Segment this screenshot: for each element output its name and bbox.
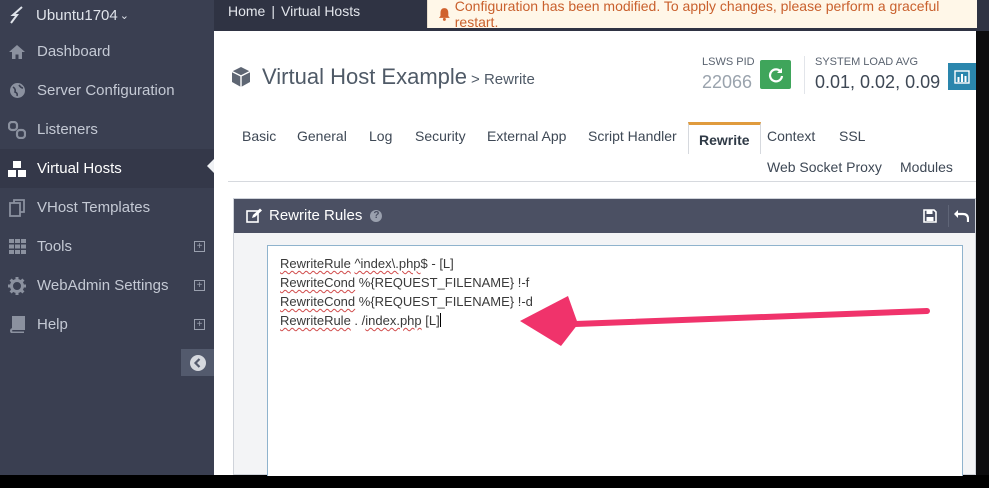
sidebar-item-vhost-templates[interactable]: VHost Templates: [0, 188, 214, 227]
undo-icon: [953, 210, 969, 222]
code-keyword: RewriteCond: [280, 294, 356, 309]
tab-context[interactable]: Context: [767, 122, 815, 150]
arrow-left-circle-icon: [189, 354, 206, 371]
code-text: $ - [L]: [420, 256, 454, 271]
server-name: Ubuntu1704: [36, 6, 118, 24]
tab-security[interactable]: Security: [415, 122, 466, 150]
editor-line: RewriteCond %{REQUEST_FILENAME} !-d: [280, 292, 950, 311]
vhost-title: Virtual Host Example: [262, 64, 468, 89]
expand-icon[interactable]: +: [194, 319, 205, 330]
pid-value: 22066: [702, 72, 753, 92]
tab-general[interactable]: General: [297, 122, 347, 150]
restart-button[interactable]: [760, 60, 791, 89]
bell-icon: [438, 8, 450, 21]
tab-ssl[interactable]: SSL: [839, 122, 865, 150]
collapse-sidebar-button[interactable]: [181, 349, 214, 376]
panel-title-text: Rewrite Rules: [269, 207, 363, 224]
active-indicator: [207, 159, 214, 173]
link-icon: [7, 120, 27, 139]
sidebar-item-label: Tools: [37, 238, 73, 255]
sidebar-item-label: Dashboard: [37, 43, 111, 60]
cubes-icon: [7, 160, 27, 178]
edit-icon: [246, 208, 262, 223]
save-button[interactable]: [918, 205, 942, 227]
editor-line: RewriteRule ^index\.php$ - [L]: [280, 254, 950, 273]
sidebar-item-label: Listeners: [37, 121, 98, 138]
sidebar-item-label: Help: [37, 316, 68, 333]
main-content: Virtual Host Example > Rewrite LSWS PID …: [214, 31, 976, 476]
code-text: %{REQUEST_FILENAME} !-f: [358, 275, 530, 290]
home-icon: [7, 44, 27, 60]
panel-header: Rewrite Rules ?: [234, 199, 975, 233]
code-text: index.php: [365, 313, 422, 328]
tab-log[interactable]: Log: [369, 122, 392, 150]
sidebar-item-label: Virtual Hosts: [37, 160, 122, 177]
top-bar: Home | Virtual Hosts Configuration has bee…: [214, 0, 989, 31]
sidebar-item-label: Server Configuration: [37, 82, 175, 99]
sidebar-item-listeners[interactable]: Listeners: [0, 110, 214, 149]
tab-script-handler[interactable]: Script Handler: [588, 122, 677, 150]
bar-chart-icon: [954, 69, 970, 84]
sidebar-item-tools[interactable]: Tools +: [0, 227, 214, 266]
code-text: ^index\.php: [354, 256, 421, 271]
tab-modules[interactable]: Modules: [900, 153, 953, 181]
sidebar: Ubuntu1704 ⌄ Dashboard Server Configurat…: [0, 0, 214, 475]
tab-web-socket-proxy[interactable]: Web Socket Proxy: [767, 153, 882, 181]
breadcrumb-separator: |: [271, 3, 275, 19]
save-icon: [923, 209, 937, 223]
tab-divider: [228, 181, 976, 182]
rewrite-rules-editor[interactable]: RewriteRule ^index\.php$ - [L] RewriteCo…: [267, 245, 963, 476]
breadcrumb-current: Virtual Hosts: [281, 3, 361, 19]
copy-icon: [7, 198, 27, 217]
load-label: SYSTEM LOAD AVG: [815, 56, 919, 68]
code-keyword: RewriteCond: [280, 275, 356, 290]
sidebar-item-label: WebAdmin Settings: [37, 277, 169, 294]
cube-icon: [231, 67, 251, 87]
grid-icon: [7, 239, 27, 254]
sidebar-item-virtual-hosts[interactable]: Virtual Hosts: [0, 149, 214, 188]
globe-icon: [7, 82, 27, 99]
code-keyword: RewriteRule: [280, 256, 351, 271]
stats-button[interactable]: [948, 63, 976, 90]
code-text: %{REQUEST_FILENAME} !-d: [358, 294, 533, 309]
chevron-down-icon: ⌄: [119, 9, 129, 22]
panel-title: Rewrite Rules ?: [246, 207, 383, 224]
lightning-icon: [10, 6, 23, 24]
undo-button[interactable]: [948, 205, 972, 227]
server-selector[interactable]: Ubuntu1704 ⌄: [0, 0, 214, 30]
breadcrumb: Home | Virtual Hosts: [228, 3, 360, 19]
help-icon[interactable]: ?: [370, 209, 383, 222]
refresh-icon: [768, 67, 783, 82]
window-edge: [976, 31, 989, 475]
tab-basic[interactable]: Basic: [242, 122, 276, 150]
expand-icon[interactable]: +: [194, 280, 205, 291]
load-value: 0.01, 0.02, 0.09: [815, 72, 941, 92]
sidebar-item-label: VHost Templates: [37, 199, 151, 216]
tab-rewrite[interactable]: Rewrite: [688, 122, 761, 154]
tab-external-app[interactable]: External App: [487, 122, 566, 150]
breadcrumb-home[interactable]: Home: [228, 3, 265, 19]
vhost-subtitle: > Rewrite: [471, 70, 535, 88]
header-divider: [804, 56, 805, 94]
book-icon: [7, 316, 27, 333]
sidebar-item-dashboard[interactable]: Dashboard: [0, 32, 214, 71]
expand-icon[interactable]: +: [194, 241, 205, 252]
code-text: . /: [350, 313, 366, 328]
sidebar-item-server-configuration[interactable]: Server Configuration: [0, 71, 214, 110]
code-keyword: RewriteRule: [280, 313, 351, 328]
editor-line: RewriteCond %{REQUEST_FILENAME} !-f: [280, 273, 950, 292]
restart-alert[interactable]: Configuration has been modified. To appl…: [427, 0, 977, 30]
page-title: Virtual Host Example > Rewrite: [230, 64, 535, 90]
code-text: [L]: [421, 313, 440, 328]
gear-icon: [7, 276, 27, 295]
rewrite-rules-panel: Rewrite Rules ? RewriteRule ^index\.php$…: [233, 198, 976, 476]
alert-text: Configuration has been modified. To appl…: [454, 0, 940, 30]
editor-line: RewriteRule . /index.php [L]: [280, 311, 950, 330]
text-caret: [439, 313, 441, 327]
sidebar-item-help[interactable]: Help +: [0, 305, 214, 344]
sidebar-item-webadmin-settings[interactable]: WebAdmin Settings +: [0, 266, 214, 305]
pid-label: LSWS PID: [702, 56, 755, 68]
